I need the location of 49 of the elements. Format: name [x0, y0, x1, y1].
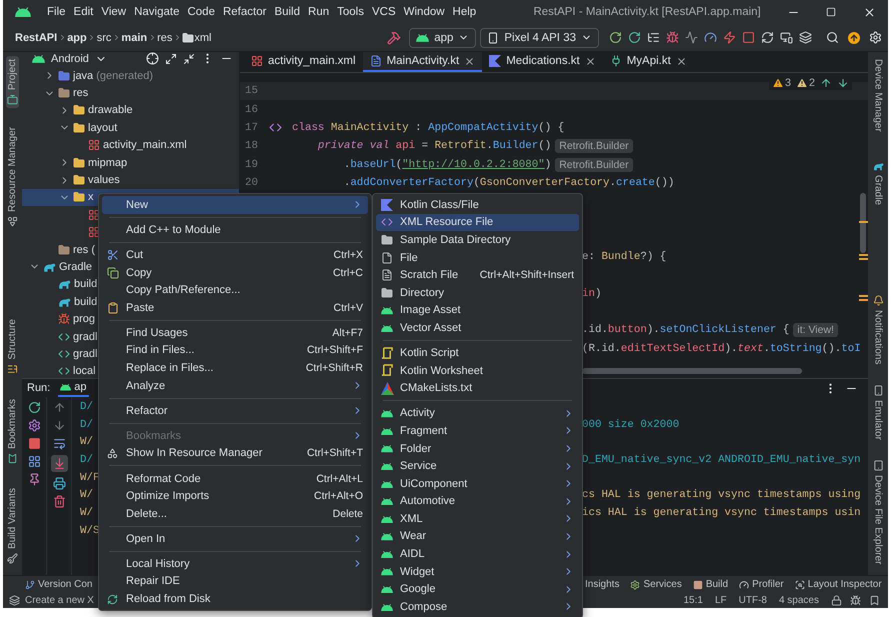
code-text: (R.id.editTextSelectId).text.toString().toI: [582, 342, 861, 355]
inlay-hint: Retrofit.Builder: [555, 139, 633, 154]
code-text: class MainActivity : AppCompatActivity() {: [292, 122, 564, 134]
tree-label: gradl: [73, 330, 98, 343]
tree-label: local: [73, 365, 96, 378]
tree-label: Gradle: [59, 260, 92, 273]
code-text: .addConverterFactory(GsonConverterFactory.create()): [342, 177, 674, 190]
tree-label: activity_main.xml: [103, 139, 187, 152]
log-text: W/: [80, 436, 93, 448]
tree-note: (generated): [96, 70, 154, 82]
tree-label: res (: [73, 244, 95, 256]
code-text: .id.button).setOnClickListener {: [582, 324, 790, 336]
log-text: W/: [80, 489, 93, 502]
inlay-hint: Retrofit.Builder: [555, 158, 633, 172]
tree-label: mipmap: [88, 156, 128, 169]
status-message: Create a new X: [25, 595, 94, 606]
log-text: W/F: [80, 472, 100, 484]
line-number: 18: [244, 140, 258, 152]
log-text: D/: [80, 418, 93, 431]
tree-label: prog: [73, 313, 96, 326]
code-text: private val api = Retrofit.Builder(): [316, 140, 552, 152]
log-text: 000 size 0x2000: [582, 418, 680, 431]
tree-label: layout: [88, 122, 118, 134]
inspection-widget: 3 2: [768, 76, 852, 90]
tree-label: java: [73, 70, 94, 82]
tree-label: build: [74, 296, 98, 308]
log-text: ics HAL is generating vsync timestamps usin: [582, 506, 861, 519]
code-text: in): [582, 288, 602, 300]
line-number: 16: [244, 104, 258, 116]
run-label: Run:: [27, 382, 50, 394]
code-text: .baseUrl("http://10.0.2.2:8080"): [342, 158, 552, 171]
code-text: e: Bundle?) {: [582, 250, 666, 263]
line-number: 17: [244, 122, 258, 134]
line-number: 19: [244, 158, 258, 171]
inlay-hint: it: View!: [793, 323, 838, 338]
log-text: D/: [80, 454, 93, 466]
log-text: W/: [80, 506, 93, 519]
log-text: D_EMU_native_sync_v2 ANDROID_EMU_native_syn: [582, 454, 861, 466]
line-number: 20: [244, 177, 258, 190]
tree-label: res: [73, 87, 88, 100]
tree-label: build: [74, 278, 98, 290]
line-number: 15: [244, 85, 258, 98]
tree-label: x: [88, 191, 94, 204]
window-title: RestAPI - MainActivity.kt [RestAPI.app.main]: [532, 6, 762, 18]
tree-label: drawable: [88, 104, 133, 116]
log-text: D/: [80, 400, 93, 413]
tree-label: gradl: [73, 348, 98, 360]
log-text: cs HAL is generating vsync timestamps using: [582, 489, 861, 502]
tree-label: values: [88, 174, 120, 186]
